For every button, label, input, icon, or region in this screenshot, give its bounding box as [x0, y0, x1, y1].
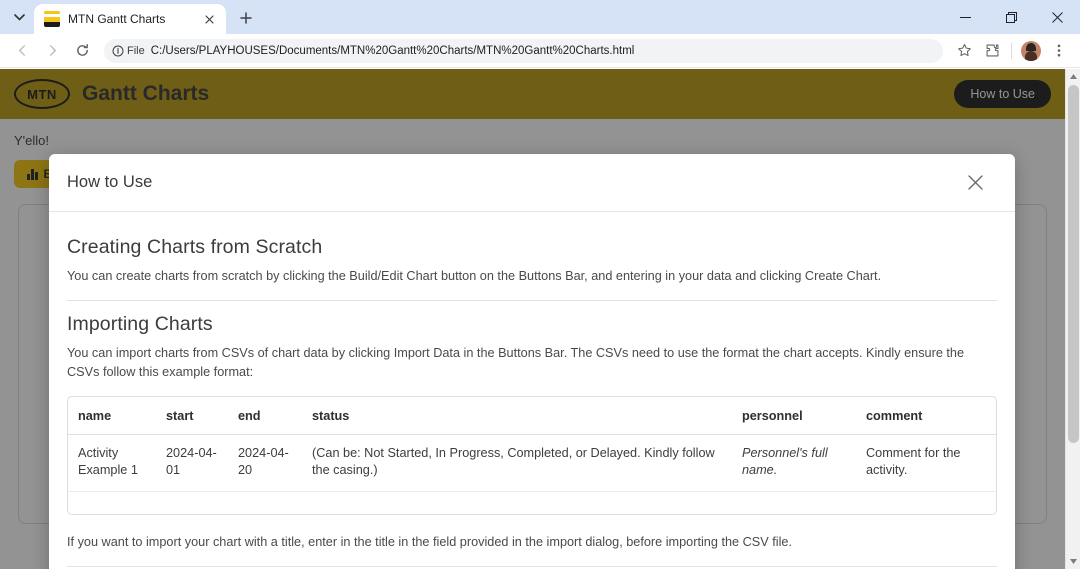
section-divider-2: [67, 566, 997, 568]
url-text: C:/Users/PLAYHOUSES/Documents/MTN%20Gant…: [150, 44, 635, 57]
cell-name: Activity Example 1: [68, 434, 156, 493]
star-icon[interactable]: [951, 38, 977, 64]
tab-strip: MTN Gantt Charts: [0, 0, 1080, 34]
toolbar-divider: [1011, 42, 1012, 59]
import-title-note: If you want to import your chart with a …: [67, 535, 792, 550]
scroll-down-icon[interactable]: [1066, 554, 1080, 569]
browser-toolbar: File C:/Users/PLAYHOUSES/Documents/MTN%2…: [0, 34, 1080, 68]
three-dot-icon[interactable]: [1046, 38, 1072, 64]
table-header-row: name start end status personnel comment: [68, 397, 996, 436]
table-row: Activity Example 1 2024-04-01 2024-04-20…: [68, 434, 996, 493]
address-bar[interactable]: File C:/Users/PLAYHOUSES/Documents/MTN%2…: [104, 38, 943, 63]
cell-end: 2024-04-20: [228, 434, 302, 493]
modal-header: How to Use: [49, 154, 1015, 212]
column-header-end: end: [228, 397, 302, 436]
scroll-up-icon[interactable]: [1066, 69, 1080, 84]
browser-window: MTN Gantt Charts File C:/Users/PLAYHOUSE…: [0, 0, 1080, 569]
column-header-personnel: personnel: [732, 397, 856, 436]
new-tab-button[interactable]: [232, 4, 260, 32]
puzzle-icon[interactable]: [979, 38, 1005, 64]
file-scheme-chip: File: [112, 45, 145, 57]
tab-title: MTN Gantt Charts: [68, 12, 166, 26]
column-header-status: status: [302, 397, 732, 436]
modal-body: Creating Charts from Scratch You can cre…: [49, 212, 1015, 569]
column-header-name: name: [68, 397, 156, 436]
window-close-button[interactable]: [1034, 0, 1080, 34]
file-chip-label: File: [127, 44, 145, 57]
window-restore-button[interactable]: [988, 0, 1034, 34]
tab-mtn-gantt-charts[interactable]: MTN Gantt Charts: [34, 4, 226, 34]
avatar[interactable]: [1018, 38, 1044, 64]
tab-search-icon[interactable]: [6, 4, 32, 30]
file-icon: [44, 11, 60, 27]
section-heading-creating: Creating Charts from Scratch: [67, 236, 323, 258]
csv-example-table: name start end status personnel comment …: [67, 396, 997, 516]
reload-icon[interactable]: [68, 37, 96, 65]
cell-comment: Comment for the activity.: [856, 434, 996, 493]
window-minimize-button[interactable]: [942, 0, 988, 34]
modal-title: How to Use: [67, 173, 153, 191]
section-divider: [67, 300, 997, 302]
window-controls: [942, 0, 1080, 34]
column-header-start: start: [156, 397, 228, 436]
cell-status: (Can be: Not Started, In Progress, Compl…: [302, 434, 732, 493]
column-header-comment: comment: [856, 397, 996, 436]
section-body-importing: You can import charts from CSVs of chart…: [67, 346, 965, 380]
scrollbar-thumb[interactable]: [1068, 85, 1079, 443]
tab-close-icon[interactable]: [200, 10, 218, 28]
page-viewport: MTN Gantt Charts How to Use Y'ello! Buil…: [0, 69, 1080, 569]
back-arrow-icon[interactable]: [8, 37, 36, 65]
cell-start: 2024-04-01: [156, 434, 228, 493]
section-body-creating: You can create charts from scratch by cl…: [67, 269, 882, 283]
cell-personnel: Personnel's full name.: [732, 434, 856, 493]
close-icon[interactable]: [962, 170, 988, 196]
forward-arrow-icon[interactable]: [38, 37, 66, 65]
section-heading-importing: Importing Charts: [67, 313, 213, 336]
how-to-use-modal: How to Use Creating Charts from Scratch …: [49, 154, 1015, 569]
page-scrollbar[interactable]: [1065, 69, 1080, 569]
